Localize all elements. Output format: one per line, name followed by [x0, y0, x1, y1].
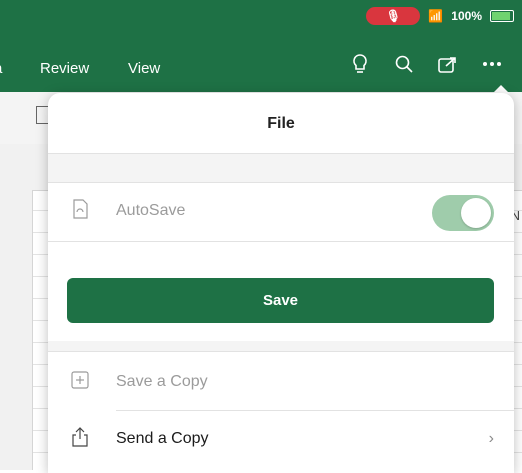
send-copy-label: Send a Copy: [116, 430, 209, 447]
autosave-toggle[interactable]: [432, 195, 494, 231]
tab-review[interactable]: Review: [40, 60, 89, 77]
battery-percent: 100%: [451, 9, 482, 23]
send-copy-row[interactable]: Send a Copy ›: [48, 411, 514, 467]
autosave-row: AutoSave: [48, 183, 514, 239]
toolbar-icons: [348, 54, 504, 74]
autosave-label: AutoSave: [116, 202, 186, 219]
save-copy-label: Save a Copy: [116, 373, 208, 390]
microphone-indicator: 🎙: [366, 7, 421, 25]
save-button[interactable]: Save: [67, 278, 494, 323]
send-copy-icon: [68, 426, 92, 452]
tab-partial[interactable]: a: [0, 60, 2, 77]
autosave-divider: [48, 241, 514, 242]
save-copy-icon: [68, 370, 92, 394]
save-copy-row[interactable]: Save a Copy: [48, 354, 514, 410]
battery-icon: [490, 10, 514, 22]
microphone-icon: 🎙: [385, 9, 401, 23]
popover-title: File: [267, 115, 295, 132]
section-spacer: [48, 154, 514, 182]
status-bar: 🎙 📶 100%: [366, 6, 514, 26]
app-header: 🎙 📶 100% a Review View: [0, 0, 522, 92]
save-divider: [48, 351, 514, 352]
tab-view[interactable]: View: [128, 60, 160, 77]
share-icon[interactable]: [436, 55, 460, 73]
search-icon[interactable]: [392, 55, 416, 73]
chevron-right-icon: ›: [488, 430, 494, 447]
lightbulb-icon[interactable]: [348, 54, 372, 74]
section-spacer-2: [48, 341, 514, 351]
toggle-knob: [461, 198, 491, 228]
row-header-bar: [0, 190, 33, 470]
wifi-icon: 📶: [428, 9, 444, 23]
autosave-icon: [68, 198, 92, 224]
file-menu-popover: File AutoSave Save Save a Copy Send a Co…: [48, 93, 514, 473]
more-icon[interactable]: [480, 61, 504, 67]
